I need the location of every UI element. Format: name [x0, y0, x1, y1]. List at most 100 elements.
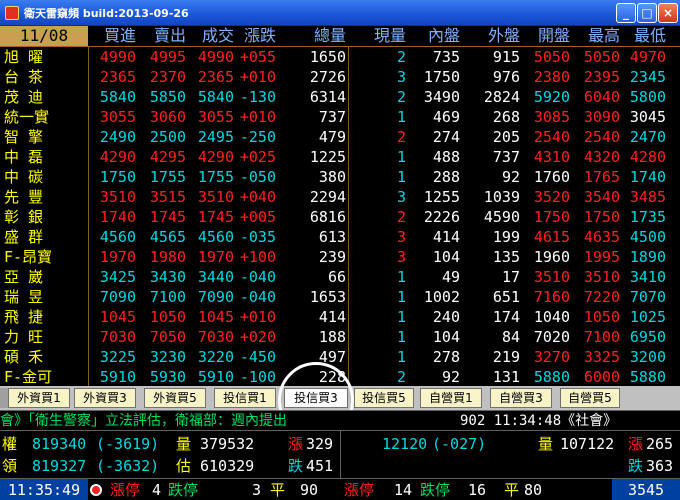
cell-buy: 4290 [99, 148, 136, 166]
table-row[interactable]: 統一實 3055 3060 3055 +010 737 1 469 268 3085 3090 304… [0, 107, 680, 127]
limit-up-label: 漲停 [110, 481, 141, 499]
header-buy[interactable]: 買進 [88, 26, 136, 46]
cell-sell: 4295 [149, 148, 186, 166]
header-current[interactable]: 現量 [350, 26, 406, 46]
quote-table: 11/08 買進 賣出 成交 漲跌 總量 現量 內盤 外盤 開盤 最高 最低 旭… [0, 26, 680, 387]
tab-scroll-left[interactable] [0, 388, 8, 408]
header-high[interactable]: 最高 [572, 26, 620, 46]
cell-outer: 135 [492, 248, 520, 266]
cell-buy: 1750 [99, 168, 136, 186]
tab-trust-buy-3[interactable]: 投信買3 [284, 388, 348, 408]
table-row[interactable]: 碩 禾 3225 3230 3220 -450 497 1 278 219 3270 3325 320… [0, 347, 680, 367]
tab-foreign-buy-1[interactable]: 外資買1 [8, 388, 70, 408]
cell-volume: 497 [318, 348, 346, 366]
cell-low: 3485 [629, 188, 666, 206]
header-sell[interactable]: 賣出 [138, 26, 186, 46]
otc-limit-down-label: 跌停 [420, 481, 451, 499]
cell-high: 3090 [583, 108, 620, 126]
cell-low: 5880 [629, 368, 666, 386]
tab-dealer-buy-3[interactable]: 自營買3 [490, 388, 552, 408]
table-row[interactable]: F-昂寶 1970 1980 1970 +100 239 3 104 135 1960 1995 18… [0, 247, 680, 267]
cell-high: 6000 [583, 368, 620, 386]
otc-volume-label: 量 [538, 435, 554, 453]
limit-down-count: 3 [252, 481, 262, 499]
cell-outer: 976 [492, 68, 520, 86]
tab-foreign-buy-5[interactable]: 外資買5 [144, 388, 206, 408]
stock-name: 茂 迪 [4, 88, 44, 106]
date-cell: 11/08 [0, 26, 88, 46]
table-row[interactable]: 中 磊 4290 4295 4290 +025 1225 1 488 737 4310 4320 42… [0, 147, 680, 167]
stock-name: 力 旺 [4, 328, 44, 346]
tab-foreign-buy-3[interactable]: 外資買3 [74, 388, 136, 408]
table-row[interactable]: 飛 捷 1045 1050 1045 +010 414 1 240 174 1040 1050 102… [0, 307, 680, 327]
table-row[interactable]: 中 碳 1750 1755 1755 -050 380 1 288 92 1760 1765 1740 [0, 167, 680, 187]
tab-dealer-buy-5[interactable]: 自營買5 [560, 388, 620, 408]
cell-change: -050 [239, 168, 276, 186]
maximize-button[interactable]: □ [637, 3, 657, 23]
record-dot-icon[interactable] [90, 484, 102, 496]
cell-outer: 737 [492, 148, 520, 166]
table-row[interactable]: 盛 群 4560 4565 4560 -035 613 3 414 199 4615 4635 450… [0, 227, 680, 247]
cell-inner: 3490 [423, 88, 460, 106]
cell-change: +020 [239, 328, 276, 346]
cell-low: 4500 [629, 228, 666, 246]
table-row[interactable]: F-金可 5910 5930 5910 -100 228 2 92 131 5880 6000 588… [0, 367, 680, 387]
cell-low: 1740 [629, 168, 666, 186]
header-open[interactable]: 開盤 [522, 26, 570, 46]
table-row[interactable]: 彰 銀 1740 1745 1745 +005 6816 2 2226 4590 1750 1750… [0, 207, 680, 227]
header-outer[interactable]: 外盤 [464, 26, 520, 46]
cell-volume: 228 [318, 368, 346, 386]
table-row[interactable]: 台 茶 2365 2370 2365 +010 2726 3 1750 976 2380 2395 2… [0, 67, 680, 87]
column-divider [348, 47, 349, 387]
table-row[interactable]: 亞 崴 3425 3430 3440 -040 66 1 49 17 3510 3510 3410 [0, 267, 680, 287]
cell-deal: 5840 [197, 88, 234, 106]
cell-buy: 5840 [99, 88, 136, 106]
cell-low: 3200 [629, 348, 666, 366]
minimize-button[interactable]: _ [616, 3, 636, 23]
stock-name: 盛 群 [4, 228, 44, 246]
cell-current: 2 [396, 128, 406, 146]
cell-change: +025 [239, 148, 276, 166]
header-inner[interactable]: 內盤 [410, 26, 460, 46]
cell-outer: 84 [501, 328, 520, 346]
cell-inner: 240 [432, 308, 460, 326]
cell-low: 3045 [629, 108, 666, 126]
stock-name: 統一實 [4, 108, 50, 126]
tab-trust-buy-5[interactable]: 投信買5 [354, 388, 414, 408]
cell-change: +010 [239, 68, 276, 86]
cell-high: 3540 [583, 188, 620, 206]
table-row[interactable]: 先 豐 3510 3515 3510 +040 2294 3 1255 1039 3520 3540… [0, 187, 680, 207]
cell-outer: 1039 [483, 188, 520, 206]
header-deal[interactable]: 成交 [186, 26, 234, 46]
cell-change: +010 [239, 108, 276, 126]
header-low[interactable]: 最低 [622, 26, 666, 46]
cell-open: 3085 [533, 108, 570, 126]
ticker-headline: 會》「衛生警察」立法評估，衛福部：週內提出 [0, 413, 287, 429]
table-row[interactable]: 旭 曜 4990 4995 4990 +055 1650 2 735 915 5050 5050 49… [0, 47, 680, 67]
cell-deal: 4290 [197, 148, 234, 166]
cell-open: 5880 [533, 368, 570, 386]
table-row[interactable]: 力 旺 7030 7050 7030 +020 188 1 104 84 7020 7100 6950 [0, 327, 680, 347]
cell-buy: 3055 [99, 108, 136, 126]
header-volume[interactable]: 總量 [278, 26, 346, 46]
cell-low: 7070 [629, 288, 666, 306]
cell-current: 1 [396, 168, 406, 186]
table-row[interactable]: 智 擎 2490 2500 2495 -250 479 2 274 205 2540 2540 247… [0, 127, 680, 147]
cell-inner: 1750 [423, 68, 460, 86]
header-change[interactable]: 漲跌 [234, 26, 276, 46]
table-row[interactable]: 茂 迪 5840 5850 5840 -130 6314 2 3490 2824 5920 6040… [0, 87, 680, 107]
cell-current: 1 [396, 268, 406, 286]
tab-dealer-buy-1[interactable]: 自營買1 [420, 388, 482, 408]
table-row[interactable]: 瑞 昱 7090 7100 7090 -040 1653 1 1002 651 7160 7220 7… [0, 287, 680, 307]
cell-current: 1 [396, 108, 406, 126]
column-divider [88, 47, 89, 387]
cell-outer: 131 [492, 368, 520, 386]
tab-trust-buy-1[interactable]: 投信買1 [214, 388, 276, 408]
otc-limit-down-count: 16 [468, 481, 487, 499]
cell-deal: 3055 [197, 108, 234, 126]
stock-name: 旭 曜 [4, 48, 44, 66]
cell-sell: 4995 [149, 48, 186, 66]
close-button[interactable]: × [658, 3, 678, 23]
cell-low: 5800 [629, 88, 666, 106]
news-ticker[interactable]: 會》「衛生警察」立法評估，衛福部：週內提出 902 11:34:48《社會》 [0, 410, 680, 430]
